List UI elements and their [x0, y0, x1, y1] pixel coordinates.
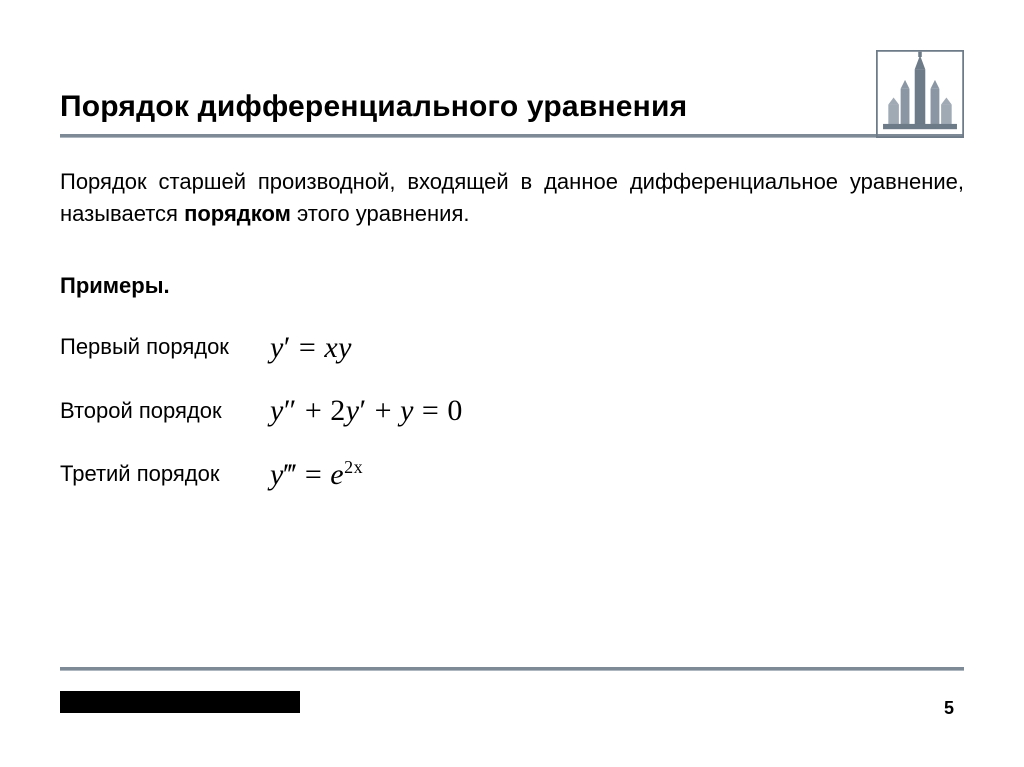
example-label: Первый порядок [60, 331, 270, 363]
examples-list: Первый порядок y′ = xy Второй порядок y″… [60, 326, 964, 497]
definition-post: этого уравнения. [291, 201, 470, 226]
example-label: Второй порядок [60, 395, 270, 427]
header: Порядок дифференциального уравнения [60, 50, 964, 124]
divider-bottom [60, 667, 964, 671]
divider-top [60, 134, 964, 138]
examples-heading: Примеры. [60, 270, 964, 302]
definition-text: Порядок старшей производной, входящей в … [60, 166, 964, 230]
slide-body: Порядок старшей производной, входящей в … [60, 166, 964, 496]
example-label: Третий порядок [60, 458, 270, 490]
page-number: 5 [944, 698, 954, 719]
msu-building-icon [876, 50, 964, 138]
slide: Порядок дифференциального уравнения [0, 0, 1024, 767]
formula-first-order: y′ = xy [270, 326, 352, 370]
footer-redaction-bar [60, 691, 300, 713]
definition-bold: порядком [184, 201, 291, 226]
formula-third-order: y‴ = e2x [270, 453, 363, 497]
formula-second-order: y″ + 2y′ + y = 0 [270, 389, 463, 433]
example-row-1: Первый порядок y′ = xy [60, 326, 964, 370]
slide-title: Порядок дифференциального уравнения [60, 90, 687, 124]
example-row-3: Третий порядок y‴ = e2x [60, 453, 964, 497]
example-row-2: Второй порядок y″ + 2y′ + y = 0 [60, 389, 964, 433]
